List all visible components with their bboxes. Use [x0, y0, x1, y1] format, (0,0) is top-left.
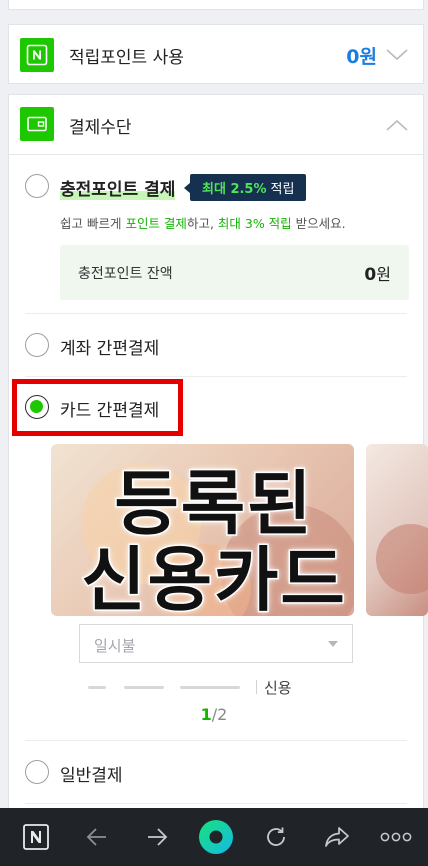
chevron-down-icon[interactable] — [385, 43, 409, 67]
forward-arrow-icon[interactable] — [143, 823, 171, 851]
option-general-label[interactable]: 일반결제 — [60, 761, 123, 786]
masked-card-info — [124, 686, 164, 689]
wallet-icon — [20, 107, 54, 141]
chevron-up-icon[interactable] — [385, 113, 409, 137]
installment-select[interactable]: 일시불 — [79, 624, 353, 663]
balance-label: 충전포인트 잔액 — [78, 266, 173, 282]
points-section[interactable]: 적립포인트 사용 0원 — [8, 24, 424, 84]
naver-points-icon — [20, 38, 54, 72]
masked-card-info — [180, 686, 240, 689]
payment-method-title: 결제수단 — [69, 117, 132, 138]
share-icon[interactable] — [323, 823, 351, 851]
card-overlay-line2: 신용카드 — [80, 538, 347, 623]
card-pager: 1/2 — [200, 705, 228, 724]
payment-method-header[interactable]: 결제수단 — [9, 95, 423, 155]
dropdown-arrow-icon — [328, 641, 338, 647]
balance-value: 0원 — [364, 265, 391, 285]
back-arrow-icon[interactable] — [83, 823, 111, 851]
charge-point-balance-box: 충전포인트 잔액 0원 — [60, 245, 409, 300]
naver-home-icon[interactable] — [22, 823, 50, 851]
card-type-label: 신용 — [256, 679, 292, 697]
more-icon[interactable] — [380, 823, 412, 851]
option-divider — [25, 376, 407, 377]
masked-card-info — [88, 686, 106, 689]
option-charge-point-label[interactable]: 충전포인트 결제 — [60, 175, 176, 200]
bottom-nav-bar — [0, 808, 428, 866]
naver-green-dot-icon[interactable] — [198, 819, 234, 855]
radio-general[interactable] — [25, 760, 49, 784]
previous-section-edge — [8, 0, 424, 10]
selected-option-highlight — [12, 379, 183, 436]
radio-charge-point[interactable] — [25, 174, 49, 198]
option-divider — [25, 740, 407, 741]
installment-value: 일시불 — [94, 637, 136, 655]
radio-account[interactable] — [25, 333, 49, 357]
payment-page: 적립포인트 사용 0원 결제수단 충전포인트 결제 최대 2.5% 적립 쉽고 … — [0, 0, 428, 866]
charge-point-description: 쉽고 빠르게 포인트 결제하고, 최대 3% 적립 받으세요. — [60, 216, 346, 231]
points-value: 0원 — [346, 45, 377, 68]
option-divider — [25, 313, 407, 314]
option-account-label[interactable]: 계좌 간편결제 — [60, 334, 159, 359]
points-section-title: 적립포인트 사용 — [69, 47, 184, 68]
refresh-icon[interactable] — [262, 823, 290, 851]
option-divider — [25, 803, 407, 804]
section-divider — [9, 154, 423, 155]
max-rate-badge: 최대 2.5% 적립 — [183, 174, 307, 201]
